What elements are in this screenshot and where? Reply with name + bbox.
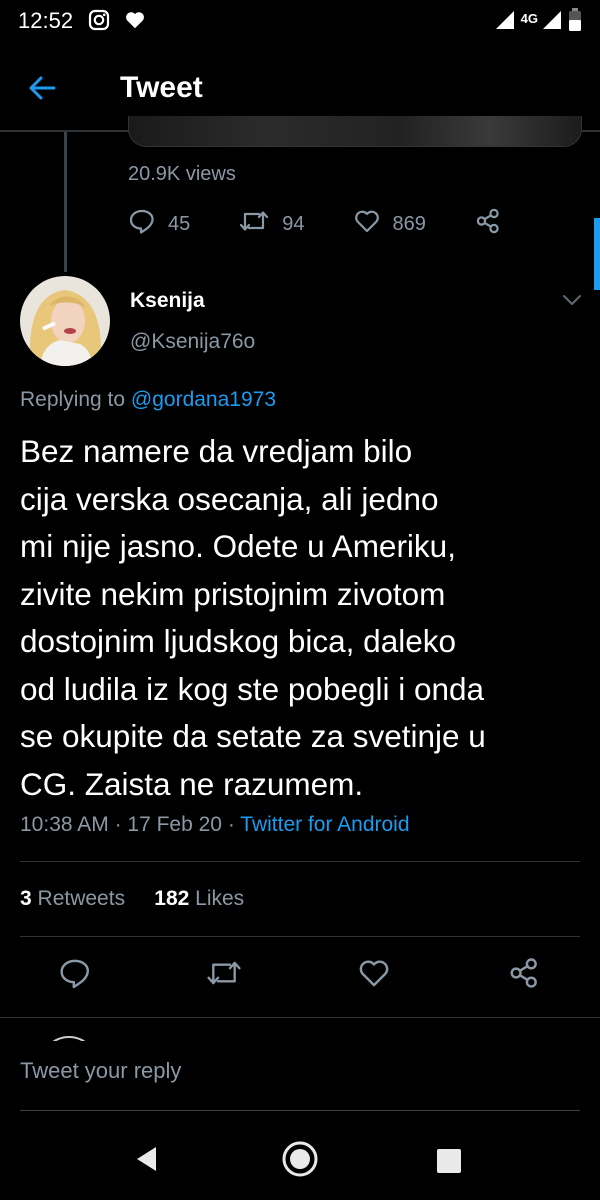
heart-icon: [124, 9, 146, 36]
status-bar: 12:52 4G: [0, 0, 600, 44]
signal-icon: [542, 10, 562, 35]
signal-icon: [495, 10, 515, 35]
share-button[interactable]: [507, 956, 541, 995]
avatar[interactable]: [20, 276, 110, 366]
tweet-actions: [0, 956, 600, 1000]
retweet-button[interactable]: 94: [238, 207, 305, 241]
retweets-label: Retweets: [37, 887, 126, 910]
divider: [20, 936, 580, 937]
battery-icon: [568, 8, 582, 37]
replying-to-link[interactable]: @gordana1973: [131, 388, 276, 411]
likes-label: Likes: [195, 887, 245, 910]
retweet-icon: [205, 961, 243, 994]
reply-divider: [20, 1110, 580, 1111]
chevron-down-icon: [562, 295, 582, 312]
reply-count: 45: [168, 212, 191, 235]
like-count: 869: [392, 212, 426, 235]
tweet-text: Bez namere da vredjam bilo cija verska o…: [20, 428, 580, 808]
retweets-number: 3: [20, 887, 32, 910]
replying-to: Replying to @gordana1973: [20, 388, 276, 412]
tweet-date: 17 Feb 20: [127, 813, 222, 836]
instagram-icon: [88, 9, 110, 36]
retweet-icon: [238, 207, 270, 241]
tweet-meta: 10:38 AM · 17 Feb 20 · Twitter for Andro…: [20, 813, 410, 837]
retweet-button[interactable]: [205, 956, 243, 995]
like-button[interactable]: 869: [353, 207, 426, 241]
tweet-time: 10:38 AM: [20, 813, 109, 836]
network-type: 4G: [520, 11, 538, 26]
comment-icon: [58, 959, 92, 994]
replying-prefix: Replying to: [20, 388, 126, 411]
reply-bar: [0, 1041, 600, 1111]
share-icon: [507, 958, 541, 994]
tweet-options-button[interactable]: [562, 292, 582, 313]
heart-outline-icon: [353, 207, 381, 241]
status-notification-icons: [88, 9, 146, 36]
meta-separator: ·: [227, 813, 241, 836]
tweet-text-line: zivite nekim pristojnim zivotom: [20, 575, 446, 612]
nav-home-icon: [281, 1141, 319, 1182]
user-handle[interactable]: @Ksenija76o: [130, 330, 255, 354]
tweet-text-line: CG. Zaista ne razumem.: [20, 765, 364, 802]
media-preview[interactable]: [128, 116, 582, 147]
back-arrow-icon: [26, 76, 58, 108]
retweets-stat[interactable]: 3 Retweets: [20, 887, 125, 910]
share-icon: [474, 207, 502, 241]
reply-button[interactable]: [58, 956, 92, 995]
retweet-count: 94: [282, 212, 305, 235]
status-time: 12:52: [18, 8, 74, 33]
tweet-text-line: od ludila iz kog ste pobegli i onda: [20, 670, 485, 707]
display-name[interactable]: Ksenija: [130, 289, 205, 313]
engagement-stats: 3 Retweets 182 Likes: [20, 887, 244, 911]
likes-number: 182: [154, 887, 190, 910]
tweet-source[interactable]: Twitter for Android: [240, 813, 409, 836]
reply-button[interactable]: 45: [128, 207, 190, 241]
nav-back-button[interactable]: [132, 1144, 162, 1179]
page-title: Tweet: [120, 71, 203, 104]
tweet-text-line: dostojnim ljudskog bica, daleko: [20, 623, 457, 659]
nav-recents-icon: [436, 1149, 462, 1178]
thread-line: [64, 132, 67, 272]
reply-input[interactable]: [0, 1041, 600, 1101]
nav-recents-button[interactable]: [436, 1148, 462, 1179]
back-button[interactable]: [26, 72, 66, 108]
status-right: 4G: [495, 8, 582, 37]
tweet-text-line: mi nije jasno. Odete u Ameriku,: [20, 528, 456, 564]
like-button[interactable]: [357, 956, 391, 995]
previous-tweet-actions: 45 94 869: [128, 207, 550, 241]
view-count: 20.9K views: [128, 163, 236, 185]
heart-outline-icon: [357, 960, 391, 994]
meta-separator: ·: [114, 813, 128, 836]
scroll-indicator[interactable]: [594, 218, 600, 290]
tweet-text-line: se okupite da setate za svetinje u: [20, 718, 486, 754]
tweet-text-line: Bez namere da vredjam bilo: [20, 433, 413, 469]
likes-stat[interactable]: 182 Likes: [154, 887, 244, 910]
nav-home-button[interactable]: [281, 1140, 319, 1183]
nav-back-icon: [132, 1147, 162, 1178]
divider: [0, 1017, 600, 1018]
system-nav-bar: [0, 1112, 600, 1200]
divider: [20, 861, 580, 862]
comment-icon: [128, 207, 156, 241]
tweet-text-line: cija verska osecanja, ali jedno: [20, 480, 439, 517]
share-button[interactable]: [474, 207, 502, 241]
